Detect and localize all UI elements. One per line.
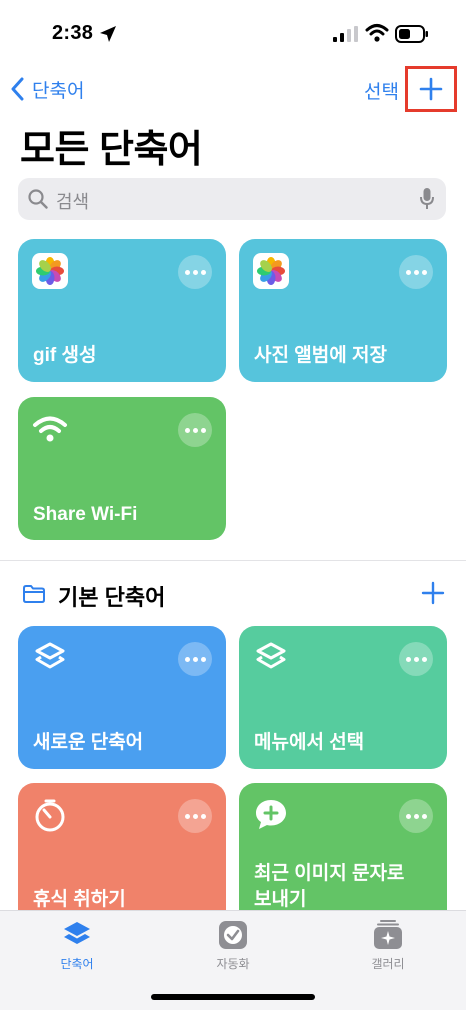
layers-icon <box>35 642 65 669</box>
tab-label: 자동화 <box>216 957 250 971</box>
folder-header[interactable]: 기본 단축어 <box>0 570 466 620</box>
back-label: 단축어 <box>32 80 85 102</box>
page-title: 모든 단축어 <box>20 129 203 171</box>
message-plus-icon <box>256 800 286 829</box>
home-indicator <box>151 994 315 1000</box>
tab-label: 갤러리 <box>371 957 405 971</box>
shortcut-label: gif 생성 <box>33 345 97 366</box>
timer-icon <box>35 799 65 832</box>
more-options-button[interactable] <box>178 642 212 676</box>
add-to-folder-icon[interactable] <box>420 580 446 606</box>
more-options-button[interactable] <box>178 799 212 833</box>
wifi-status-icon <box>365 24 389 42</box>
microphone-icon[interactable] <box>420 188 434 210</box>
more-options-button[interactable] <box>399 255 433 289</box>
wifi-icon <box>33 416 67 442</box>
shortcut-card-new-shortcut[interactable]: 새로운 단축어 <box>18 626 226 769</box>
more-options-button[interactable] <box>178 413 212 447</box>
tab-shortcuts[interactable]: 단축어 <box>17 919 137 972</box>
shortcut-label: 새로운 단축어 <box>33 732 144 753</box>
back-button[interactable]: 단축어 <box>10 74 84 104</box>
add-shortcut-button[interactable] <box>405 66 457 112</box>
shortcut-card-take-break[interactable]: 휴식 취하기 <box>18 783 226 926</box>
tab-automation[interactable]: 자동화 <box>173 919 293 972</box>
photos-icon <box>32 253 68 289</box>
tab-gallery[interactable]: 갤러리 <box>328 919 448 972</box>
section-divider <box>0 560 466 561</box>
shortcut-label: 메뉴에서 선택 <box>254 732 365 753</box>
tab-label: 단축어 <box>60 957 94 971</box>
clock-check-icon <box>219 921 247 949</box>
shortcut-card-save-album[interactable]: 사진 앨범에 저장 <box>239 239 447 382</box>
shortcut-card-send-recent-image[interactable]: 최근 이미지 문자로 보내기 <box>239 783 447 926</box>
shortcut-label: Share Wi-Fi <box>33 504 138 525</box>
plus-icon <box>419 77 443 101</box>
layers-icon <box>64 922 90 944</box>
shortcut-card-share-wifi[interactable]: Share Wi-Fi <box>18 397 226 540</box>
status-time: 2:38 <box>52 22 94 44</box>
select-button[interactable]: 선택 <box>364 77 399 104</box>
shortcut-card-gif[interactable]: gif 생성 <box>18 239 226 382</box>
folder-icon <box>23 585 45 603</box>
more-options-button[interactable] <box>399 642 433 676</box>
folder-title: 기본 단축어 <box>58 585 166 610</box>
more-options-button[interactable] <box>178 255 212 289</box>
search-placeholder: 검색 <box>56 192 90 212</box>
shortcut-label: 최근 이미지 문자로 보내기 <box>254 863 405 910</box>
more-options-button[interactable] <box>399 799 433 833</box>
layers-icon <box>256 642 286 669</box>
cellular-signal-icon <box>333 26 358 42</box>
gallery-icon <box>374 920 402 949</box>
status-bar: 2:38 <box>0 0 466 60</box>
search-input[interactable]: 검색 <box>18 178 446 220</box>
search-icon <box>28 189 48 209</box>
shortcut-label: 사진 앨범에 저장 <box>254 345 387 366</box>
location-arrow-icon <box>100 26 116 42</box>
chevron-left-icon <box>11 77 24 101</box>
battery-icon <box>395 25 428 43</box>
nav-bar: 단축어 선택 <box>0 62 466 118</box>
photos-icon <box>253 253 289 289</box>
shortcut-card-choose-menu[interactable]: 메뉴에서 선택 <box>239 626 447 769</box>
